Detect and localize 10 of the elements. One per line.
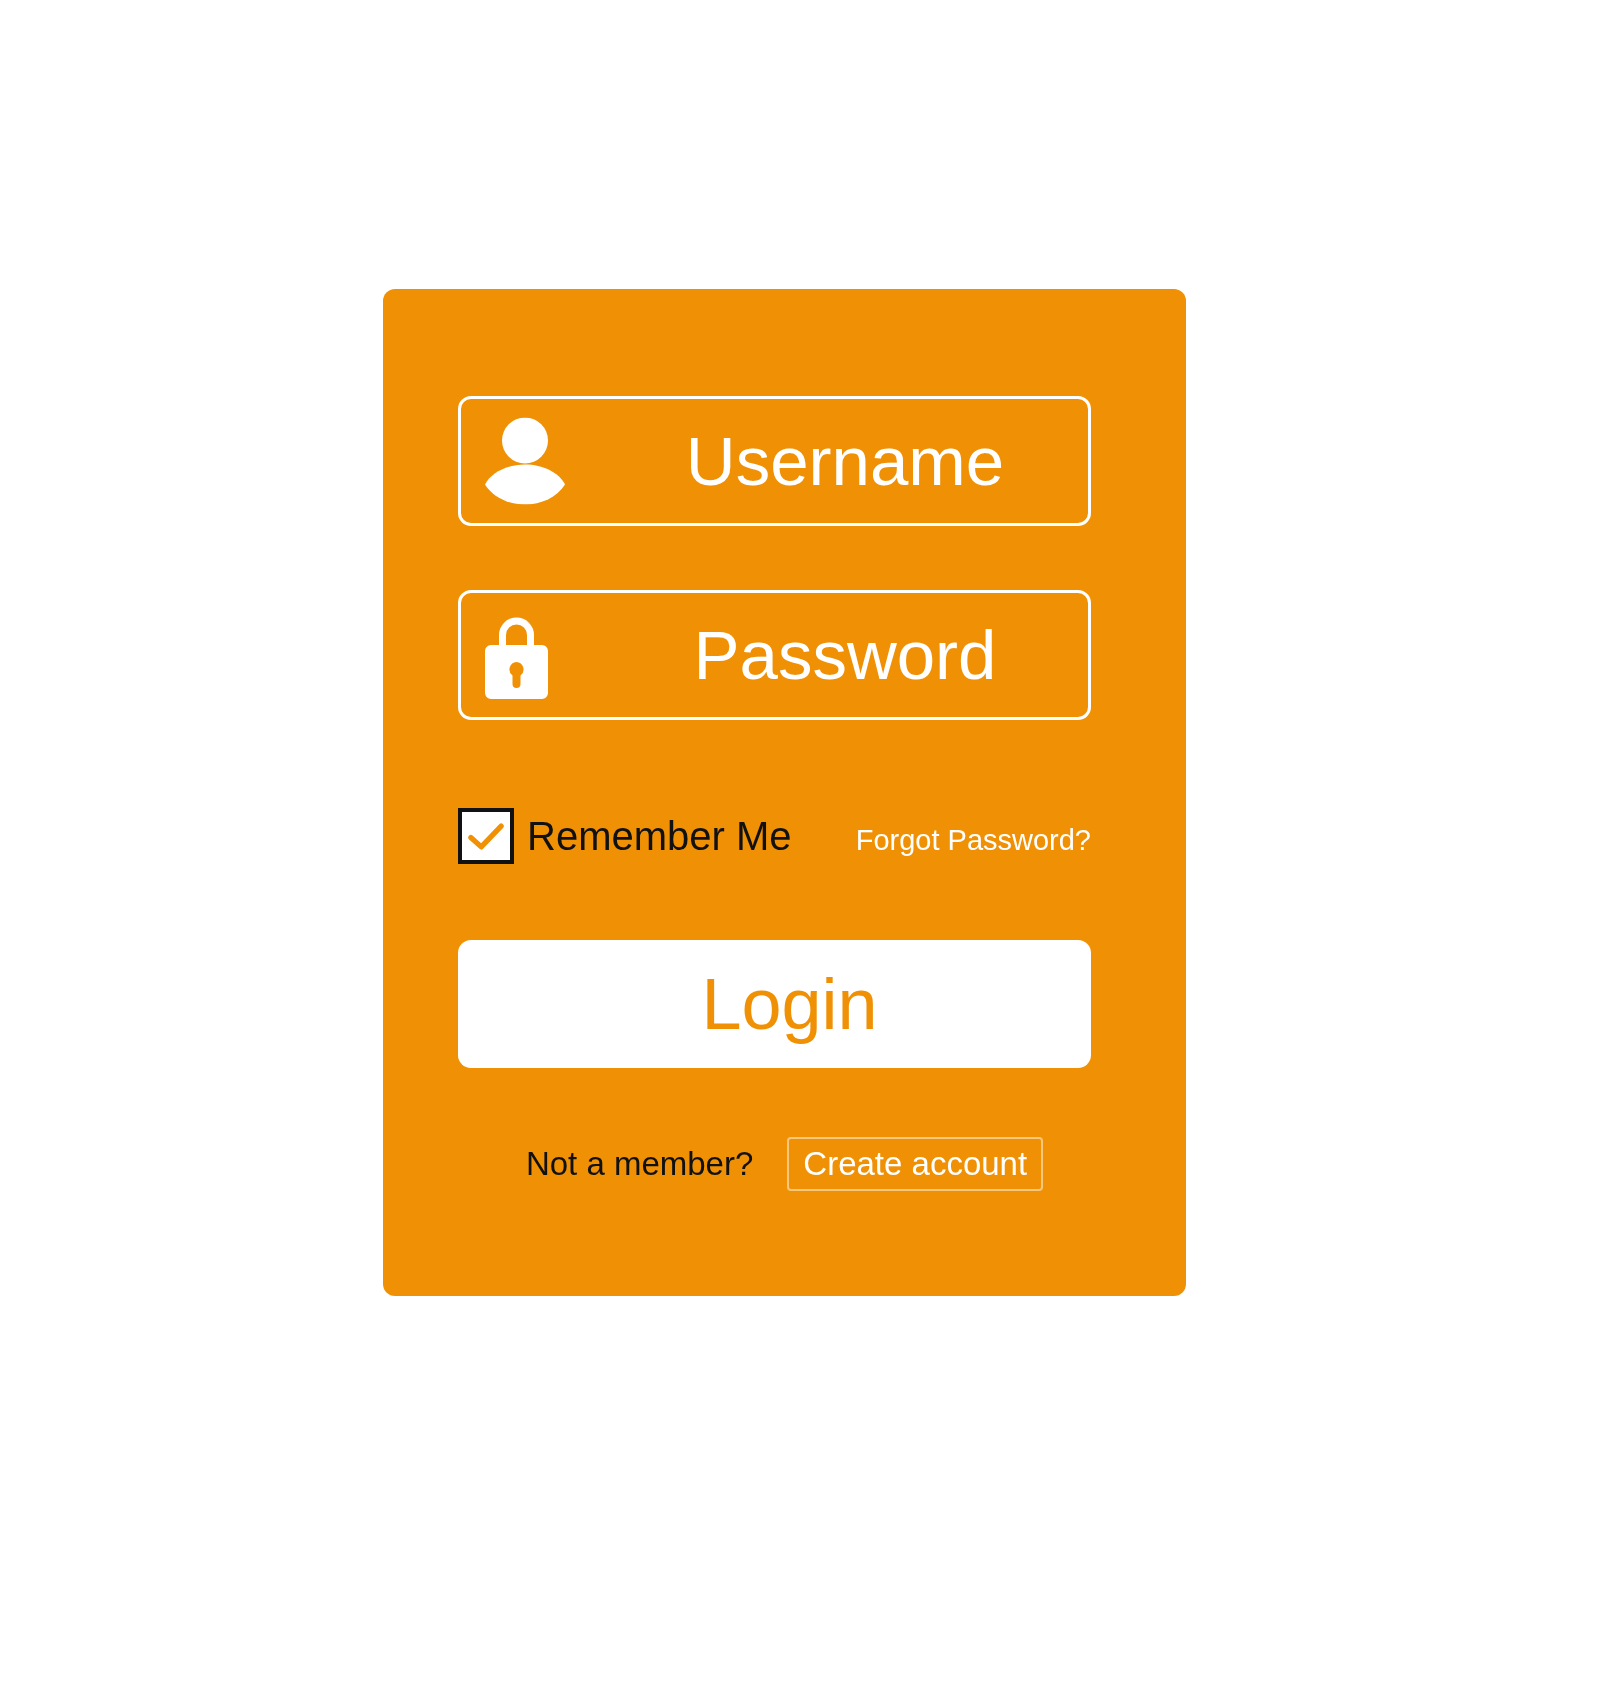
remember-me-label[interactable]: Remember Me xyxy=(527,813,792,859)
not-a-member-text: Not a member? xyxy=(525,1144,754,1184)
forgot-password-link[interactable]: Forgot Password? xyxy=(855,814,1091,858)
remember-checkbox[interactable] xyxy=(458,808,514,864)
username-field[interactable]: Username xyxy=(458,396,1091,526)
checkmark-icon xyxy=(468,822,504,850)
password-field[interactable]: Password xyxy=(458,590,1091,720)
create-account-button[interactable]: Create account xyxy=(787,1137,1044,1191)
login-button[interactable]: Login xyxy=(458,940,1091,1068)
user-icon xyxy=(485,417,565,505)
